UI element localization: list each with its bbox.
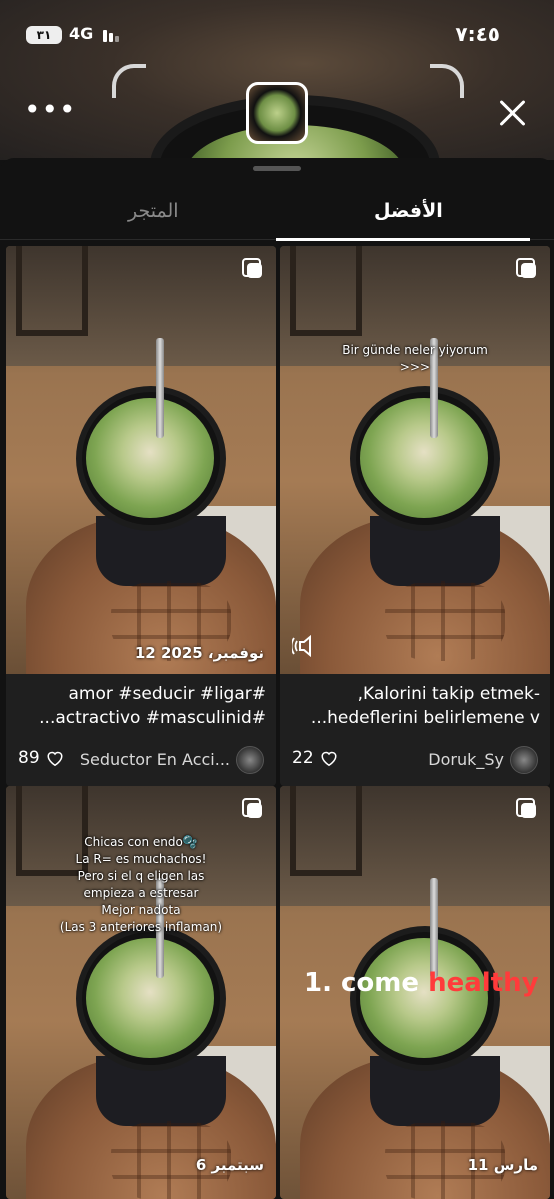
sheet-drag-handle[interactable] — [253, 166, 301, 171]
like-count[interactable]: 22 — [292, 748, 338, 768]
video-thumbnail: 1. come healthy 11 مارس — [280, 786, 550, 1199]
avatar[interactable] — [236, 746, 264, 774]
tab-best[interactable]: الأفضل — [374, 200, 443, 222]
multi-image-icon — [242, 258, 264, 280]
multi-image-icon — [516, 798, 538, 820]
overlay-text: Bir günde neler yiyorum >>> — [342, 343, 488, 374]
tab-shop[interactable]: المتجر — [128, 200, 179, 222]
post-date: 6 سبتمبر — [195, 1156, 264, 1174]
selected-thumbnail[interactable] — [246, 82, 308, 144]
author-name[interactable]: Doruk_Sy — [428, 750, 504, 769]
video-card[interactable]: 1. come healthy 11 مارس — [280, 786, 550, 1199]
post-meta: 22 Doruk_Sy — [280, 738, 550, 786]
status-time: ٧:٤٥ — [455, 22, 500, 46]
status-bar: ٣١ 4G ٧:٤٥ — [0, 22, 554, 48]
video-thumbnail: Bir günde neler yiyorum >>> — [280, 246, 550, 674]
multi-image-icon — [516, 258, 538, 280]
post-date: 12 نوفمبر، 2025 — [134, 644, 264, 662]
sound-icon[interactable] — [290, 634, 318, 662]
like-count[interactable]: 89 — [18, 748, 64, 768]
avatar[interactable] — [510, 746, 538, 774]
camera-preview: ٣١ 4G ٧:٤٥ ••• — [0, 0, 554, 160]
overlay-caption: 1. come healthy — [304, 968, 539, 998]
post-caption: #amor #seducir #ligar #actractivo #mascu… — [39, 684, 266, 728]
battery-icon: ٣١ — [26, 26, 62, 44]
more-icon[interactable]: ••• — [24, 96, 77, 124]
results-sheet: المتجر الأفضل 12 نوفمبر، 2025 #amor #sed… — [0, 158, 554, 1199]
video-card[interactable]: Bir günde neler yiyorum >>> -Kalorini ta… — [280, 246, 550, 786]
network-type: 4G — [69, 24, 94, 43]
scan-frame-corner-tr — [430, 64, 464, 98]
tab-bar: المتجر الأفضل — [0, 188, 554, 241]
author-name[interactable]: Seductor En Acci... — [80, 750, 230, 769]
heart-icon — [46, 750, 64, 767]
video-card[interactable]: 12 نوفمبر، 2025 #amor #seducir #ligar #a… — [6, 246, 276, 786]
post-caption: -Kalorini takip etmek, hedeflerini belir… — [310, 684, 540, 728]
video-card[interactable]: Chicas con endo🫧 La R= es muchachos! Per… — [6, 786, 276, 1199]
close-icon[interactable] — [496, 96, 530, 130]
active-tab-indicator — [276, 238, 530, 241]
video-thumbnail: 12 نوفمبر، 2025 — [6, 246, 276, 674]
signal-icon — [103, 28, 127, 42]
multi-image-icon — [242, 798, 264, 820]
overlay-text: Chicas con endo🫧 La R= es muchachos! Per… — [59, 835, 223, 934]
video-thumbnail: Chicas con endo🫧 La R= es muchachos! Per… — [6, 786, 276, 1199]
scan-frame-corner-tl — [112, 64, 146, 98]
heart-icon — [320, 750, 338, 767]
post-date: 11 مارس — [467, 1156, 538, 1174]
post-meta: 89 Seductor En Acci... — [6, 738, 276, 786]
